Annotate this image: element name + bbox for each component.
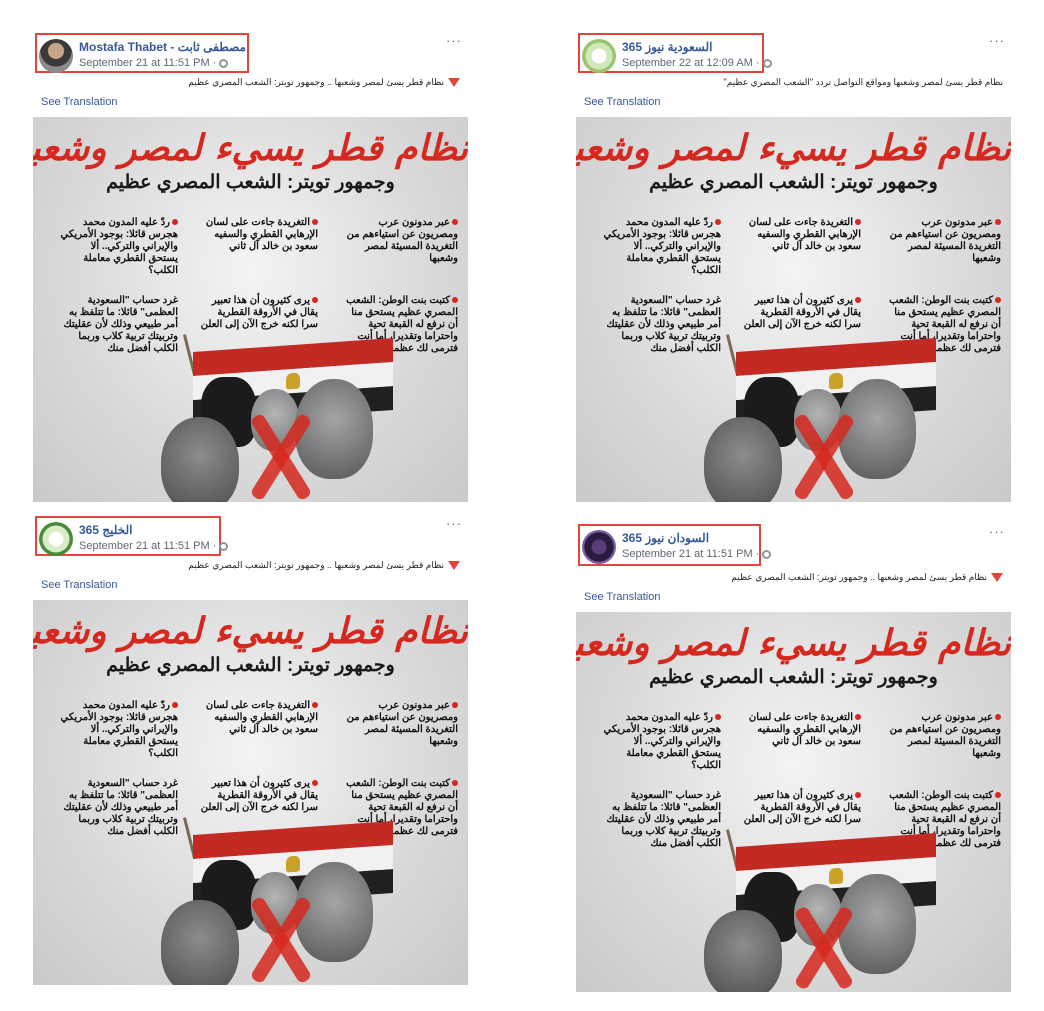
- poster-subhead: وجمهور تويتر: الشعب المصري عظيم: [106, 655, 395, 676]
- post-header: 365 السعودية نيوز September 22 at 12:09 …: [576, 33, 1011, 89]
- red-x-mark: [243, 409, 319, 502]
- globe-icon: [762, 549, 772, 559]
- poster-headline: نظام قطر يسيء لمصر وشعبها: [576, 127, 1011, 169]
- poster-text-left-top: ردّ عليه المدون محمد هجرس قائلا: بوجود ا…: [60, 700, 178, 759]
- poster-text-mid-bottom: يرى كثيرون أن هذا تعبير يقال في الأروقة …: [200, 295, 318, 330]
- see-translation-link[interactable]: See Translation: [576, 588, 1011, 606]
- globe-icon: [219, 541, 229, 551]
- post-header: Mostafa Thabet - مصطفى ثابت September 21…: [33, 33, 468, 89]
- timestamp[interactable]: September 21 at 11:51 PM ·: [79, 540, 229, 552]
- see-translation-link[interactable]: See Translation: [33, 93, 468, 111]
- poster-text-mid-top: التغريدة جاءت على لسان الإرهابي القطري و…: [748, 217, 861, 252]
- red-x-mark: [243, 892, 319, 985]
- poster-name-link[interactable]: 365 السعودية نيوز: [622, 40, 712, 54]
- portrait-image: [161, 417, 239, 502]
- timestamp[interactable]: September 21 at 11:51 PM ·: [79, 57, 229, 69]
- page-logo-avatar[interactable]: [582, 39, 616, 73]
- poster-text-mid-bottom: يرى كثيرون أن هذا تعبير يقال في الأروقة …: [743, 295, 861, 330]
- post-image[interactable]: نظام قطر يسيء لمصر وشعبها وجمهور تويتر: …: [33, 117, 468, 502]
- poster-headline: نظام قطر يسيء لمصر وشعبها: [33, 610, 468, 652]
- poster-text-left-bottom: غرد حساب "السعودية العظمى" قائلا: ما تتل…: [63, 778, 178, 837]
- poster-name-link[interactable]: Mostafa Thabet - مصطفى ثابت: [79, 40, 246, 54]
- poster-text-left-bottom: غرد حساب "السعودية العظمى" قائلا: ما تتل…: [63, 295, 178, 354]
- see-translation-link[interactable]: See Translation: [33, 576, 468, 594]
- more-options-button[interactable]: ···: [989, 524, 1005, 539]
- poster-subhead: وجمهور تويتر: الشعب المصري عظيم: [106, 172, 395, 193]
- poster-text-mid-top: التغريدة جاءت على لسان الإرهابي القطري و…: [205, 700, 318, 735]
- post-card: 365 السودان نيوز September 21 at 11:51 P…: [576, 524, 1011, 992]
- post-card: Mostafa Thabet - مصطفى ثابت September 21…: [33, 33, 468, 502]
- poster-text-mid-top: التغريدة جاءت على لسان الإرهابي القطري و…: [748, 712, 861, 747]
- poster-name-link[interactable]: 365 الخليج: [79, 523, 132, 537]
- poster-text-right-top: عبر مدونون عرب ومصريون عن استياءهم من ال…: [346, 700, 458, 747]
- poster-text-mid-bottom: يرى كثيرون أن هذا تعبير يقال في الأروقة …: [200, 778, 318, 813]
- poster-subhead: وجمهور تويتر: الشعب المصري عظيم: [649, 172, 938, 193]
- poster-name-link[interactable]: 365 السودان نيوز: [622, 531, 709, 545]
- post-card: 365 الخليج September 21 at 11:51 PM · ··…: [33, 516, 468, 985]
- post-image[interactable]: نظام قطر يسيء لمصر وشعبها وجمهور تويتر: …: [33, 600, 468, 985]
- timestamp[interactable]: September 22 at 12:09 AM ·: [622, 57, 772, 69]
- portrait-image: [161, 900, 239, 985]
- globe-icon: [219, 58, 229, 68]
- post-image[interactable]: نظام قطر يسيء لمصر وشعبها وجمهور تويتر: …: [576, 117, 1011, 502]
- poster-text-right-top: عبر مدونون عرب ومصريون عن استياءهم من ال…: [889, 712, 1001, 759]
- red-x-mark: [786, 409, 862, 502]
- poster-text-left-top: ردّ عليه المدون محمد هجرس قائلا: بوجود ا…: [603, 712, 721, 771]
- red-x-mark: [786, 902, 862, 992]
- poster-text-mid-top: التغريدة جاءت على لسان الإرهابي القطري و…: [205, 217, 318, 252]
- poster-headline: نظام قطر يسيء لمصر وشعبها: [33, 127, 468, 169]
- post-image[interactable]: نظام قطر يسيء لمصر وشعبها وجمهور تويتر: …: [576, 612, 1011, 992]
- poster-text-left-bottom: غرد حساب "السعودية العظمى" قائلا: ما تتل…: [606, 790, 721, 849]
- poster-subhead: وجمهور تويتر: الشعب المصري عظيم: [649, 667, 938, 688]
- see-translation-link[interactable]: See Translation: [576, 93, 1011, 111]
- portrait-image: [704, 910, 782, 992]
- post-header: 365 الخليج September 21 at 11:51 PM · ··…: [33, 516, 468, 572]
- poster-text-left-bottom: غرد حساب "السعودية العظمى" قائلا: ما تتل…: [606, 295, 721, 354]
- profile-photo-avatar[interactable]: [39, 39, 73, 73]
- post-header: 365 السودان نيوز September 21 at 11:51 P…: [576, 524, 1011, 580]
- poster-headline: نظام قطر يسيء لمصر وشعبها: [576, 622, 1011, 664]
- portrait-image: [704, 417, 782, 502]
- poster-text-left-top: ردّ عليه المدون محمد هجرس قائلا: بوجود ا…: [603, 217, 721, 276]
- more-options-button[interactable]: ···: [989, 33, 1005, 48]
- poster-text-left-top: ردّ عليه المدون محمد هجرس قائلا: بوجود ا…: [60, 217, 178, 276]
- more-options-button[interactable]: ···: [446, 33, 462, 48]
- more-options-button[interactable]: ···: [446, 516, 462, 531]
- timestamp[interactable]: September 21 at 11:51 PM ·: [622, 548, 772, 560]
- poster-text-right-top: عبر مدونون عرب ومصريون عن استياءهم من ال…: [889, 217, 1001, 264]
- poster-text-right-top: عبر مدونون عرب ومصريون عن استياءهم من ال…: [346, 217, 458, 264]
- page-logo-avatar[interactable]: [39, 522, 73, 556]
- post-card: 365 السعودية نيوز September 22 at 12:09 …: [576, 33, 1011, 502]
- poster-text-mid-bottom: يرى كثيرون أن هذا تعبير يقال في الأروقة …: [743, 790, 861, 825]
- globe-icon: [762, 58, 772, 68]
- page-logo-avatar[interactable]: [582, 530, 616, 564]
